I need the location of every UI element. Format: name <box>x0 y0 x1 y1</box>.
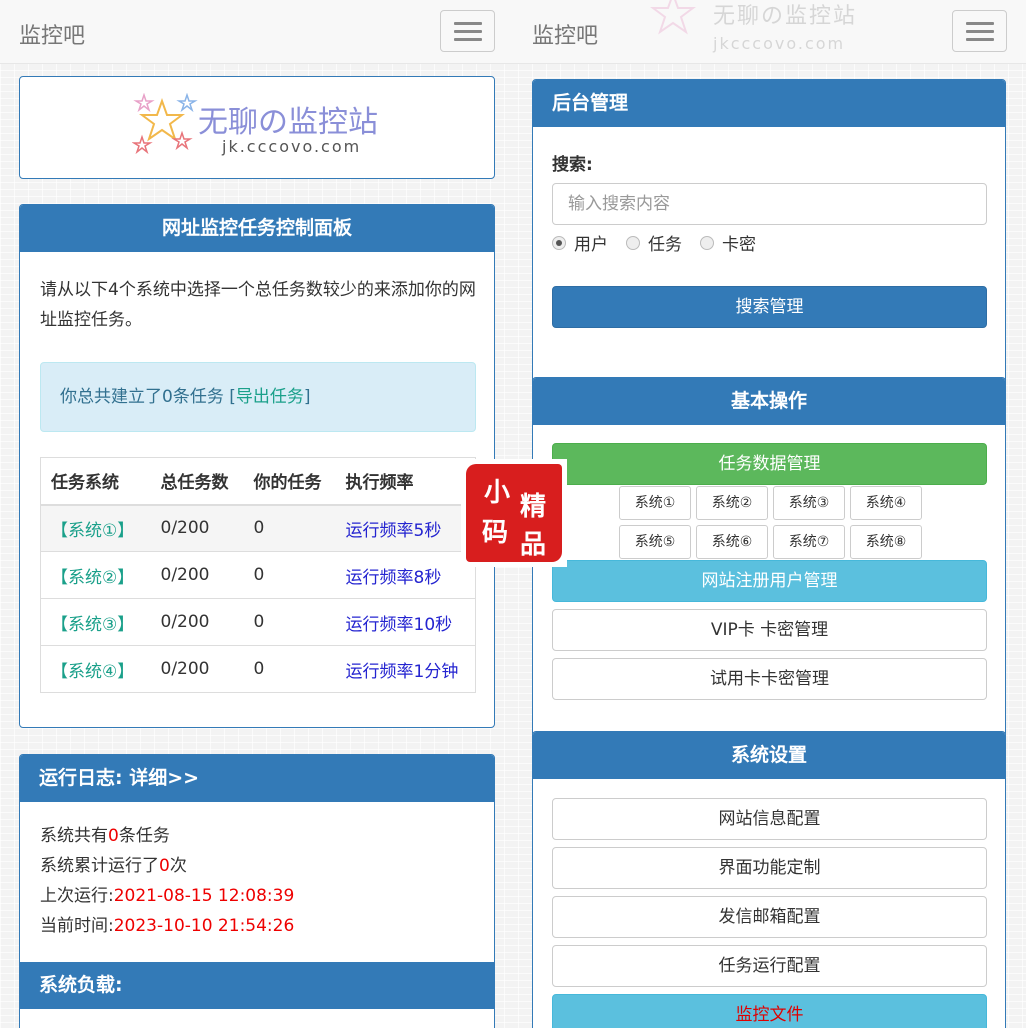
system-buttons: 系统① 系统② 系统③ 系统④ 系统⑤ 系统⑥ 系统⑦ 系统⑧ <box>619 486 925 559</box>
table-row: 【系统④】 0/200 0 运行频率1分钟 <box>40 645 476 693</box>
table-row: 【系统②】 0/200 0 运行频率8秒 <box>40 551 476 599</box>
log-panel: 运行日志: 详细>> 系统共有0条任务 系统累计运行了0次 上次运行:2021-… <box>19 754 495 1028</box>
right-pane: 无聊の监控站jkcccovo.com 监控吧 后台管理 搜索: 用户 任务 卡密… <box>513 0 1026 1028</box>
hamburger-icon <box>454 22 482 25</box>
system-button[interactable]: 系统⑤ <box>619 525 691 559</box>
intro-text: 请从以下4个系统中选择一个总任务数较少的来添加你的网址监控任务。 <box>40 280 476 330</box>
monitor-file-button[interactable]: 监控文件 <box>552 994 987 1028</box>
radio-user[interactable]: 用户 <box>552 230 608 255</box>
monitor-panel-heading: 网址监控任务控制面板 <box>20 205 494 252</box>
log-line-tasks: 系统共有0条任务 <box>40 826 170 846</box>
admin-panel-heading: 后台管理 <box>533 80 1005 127</box>
radio-checked-icon[interactable] <box>552 235 566 250</box>
frequency-link[interactable]: 运行频率1分钟 <box>335 645 476 693</box>
left-pane: 监控吧 无聊の监控站 jk.cccovo.com 网址监控任务控制面板 请从以下… <box>0 0 513 1028</box>
my-tasks: 0 <box>243 504 336 552</box>
logo-domain: jk.cccovo.com <box>222 137 362 156</box>
menu-toggle-button[interactable] <box>440 10 495 52</box>
brand[interactable]: 监控吧 <box>532 18 598 50</box>
column-header: 总任务数 <box>150 457 244 506</box>
my-tasks: 0 <box>243 551 336 599</box>
mail-config-button[interactable]: 发信邮箱配置 <box>552 896 987 938</box>
search-input[interactable] <box>552 183 987 225</box>
table-row: 【系统③】 0/200 0 运行频率10秒 <box>40 598 476 646</box>
my-tasks: 0 <box>243 598 336 646</box>
logo-panel: 无聊の监控站 jk.cccovo.com <box>19 76 495 179</box>
log-line-last-run: 上次运行:2021-08-15 12:08:39 <box>40 886 295 906</box>
stars-icon <box>132 93 198 155</box>
radio-task[interactable]: 任务 <box>626 230 682 255</box>
task-data-button[interactable]: 任务数据管理 <box>552 443 987 485</box>
basic-ops-heading: 基本操作 <box>533 378 1005 425</box>
vip-card-button[interactable]: VIP卡 卡密管理 <box>552 609 987 651</box>
basic-ops-panel: 基本操作 任务数据管理 系统① 系统② 系统③ 系统④ 系统⑤ 系统⑥ 系统⑦ … <box>532 377 1006 737</box>
total-tasks: 0/200 <box>150 645 244 693</box>
column-header: 任务系统 <box>40 457 151 506</box>
search-type-radios: 用户 任务 卡密 <box>552 230 756 255</box>
system-link[interactable]: 【系统②】 <box>40 551 151 599</box>
settings-panel: 系统设置 网站信息配置 界面功能定制 发信邮箱配置 任务运行配置 监控文件 <box>532 731 1006 1028</box>
frequency-link[interactable]: 运行频率8秒 <box>335 551 476 599</box>
log-heading-link[interactable]: 运行日志: 详细>> <box>20 755 494 802</box>
radio-icon[interactable] <box>626 235 640 250</box>
watermark-text: 无聊の监控站 jkcccovo.com <box>713 4 858 53</box>
column-header: 执行频率 <box>335 457 476 506</box>
total-tasks: 0/200 <box>150 504 244 552</box>
log-line-current-time: 当前时间:2023-10-10 21:54:26 <box>40 916 295 936</box>
site-info-button[interactable]: 网站信息配置 <box>552 798 987 840</box>
system-link[interactable]: 【系统①】 <box>40 504 151 552</box>
total-tasks: 0/200 <box>150 551 244 599</box>
log-line-runs: 系统累计运行了0次 <box>40 856 187 876</box>
system-button[interactable]: 系统⑧ <box>850 525 922 559</box>
site-logo: 无聊の监控站 jk.cccovo.com <box>132 93 392 163</box>
task-system-table: 任务系统 总任务数 你的任务 执行频率 【系统①】 0/200 0 运行频率5秒… <box>40 457 476 693</box>
search-manage-button[interactable]: 搜索管理 <box>552 286 987 328</box>
register-users-button[interactable]: 网站注册用户管理 <box>552 560 987 602</box>
stamp-logo: 小 精 码 品 <box>461 459 567 567</box>
task-count-alert: 你总共建立了0条任务 [导出任务] <box>40 362 476 432</box>
system-button[interactable]: 系统④ <box>850 486 922 520</box>
system-button[interactable]: 系统② <box>696 486 768 520</box>
navbar: 监控吧 <box>0 0 513 64</box>
logo-watermark: 无聊の监控站 jkcccovo.com <box>643 0 855 53</box>
system-button[interactable]: 系统① <box>619 486 691 520</box>
search-label: 搜索: <box>552 155 593 175</box>
log-lines: 系统共有0条任务 系统累计运行了0次 上次运行:2021-08-15 12:08… <box>40 821 294 941</box>
admin-panel: 后台管理 搜索: 用户 任务 卡密 搜索管理 <box>532 79 1006 399</box>
frequency-link[interactable]: 运行频率10秒 <box>335 598 476 646</box>
total-tasks: 0/200 <box>150 598 244 646</box>
settings-heading: 系统设置 <box>533 732 1005 779</box>
trial-card-button[interactable]: 试用卡卡密管理 <box>552 658 987 700</box>
table-row: 【系统①】 0/200 0 运行频率5秒 <box>40 504 476 552</box>
stars-icon <box>650 0 696 35</box>
system-button[interactable]: 系统⑥ <box>696 525 768 559</box>
brand[interactable]: 监控吧 <box>19 18 85 50</box>
frequency-link[interactable]: 运行频率5秒 <box>335 504 476 552</box>
ui-custom-button[interactable]: 界面功能定制 <box>552 847 987 889</box>
column-header: 你的任务 <box>243 457 336 506</box>
system-link[interactable]: 【系统④】 <box>40 645 151 693</box>
system-button[interactable]: 系统⑦ <box>773 525 845 559</box>
export-tasks-link[interactable]: 导出任务 <box>236 387 304 407</box>
system-button[interactable]: 系统③ <box>773 486 845 520</box>
my-tasks: 0 <box>243 645 336 693</box>
system-load-heading: 系统负载: <box>20 962 494 1009</box>
hamburger-icon <box>966 22 994 25</box>
radio-card[interactable]: 卡密 <box>700 230 756 255</box>
system-link[interactable]: 【系统③】 <box>40 598 151 646</box>
monitor-panel: 网址监控任务控制面板 请从以下4个系统中选择一个总任务数较少的来添加你的网址监控… <box>19 204 495 728</box>
menu-toggle-button[interactable] <box>952 10 1007 52</box>
task-run-config-button[interactable]: 任务运行配置 <box>552 945 987 987</box>
logo-title: 无聊の监控站 <box>198 105 378 140</box>
navbar: 无聊の监控站 jkcccovo.com 监控吧 <box>513 0 1026 64</box>
radio-icon[interactable] <box>700 235 714 250</box>
